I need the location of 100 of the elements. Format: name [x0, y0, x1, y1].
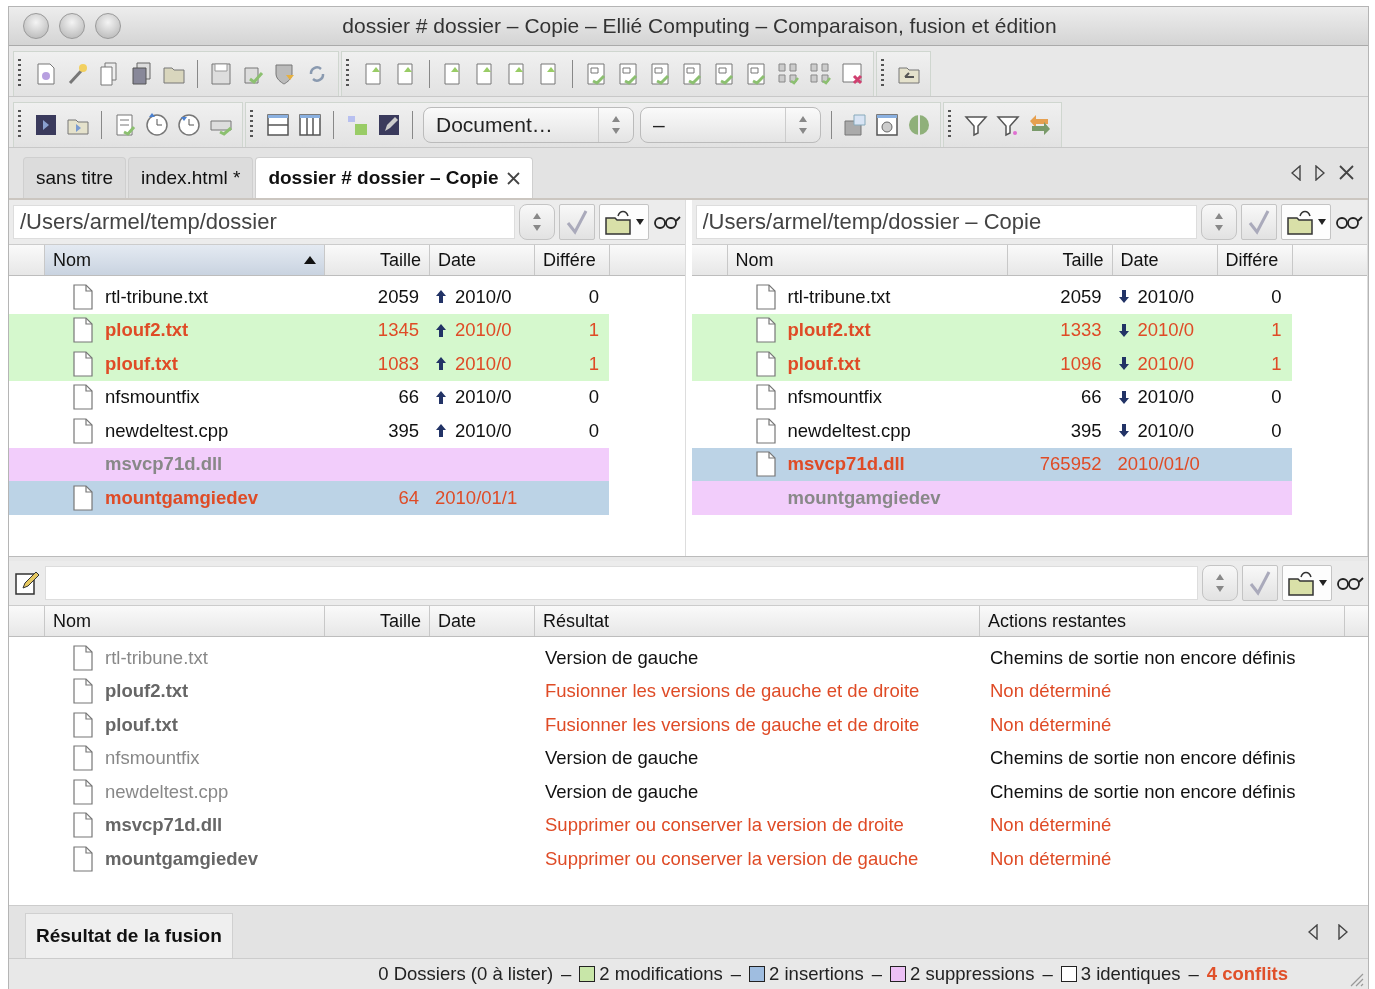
page-cross-icon[interactable] — [839, 61, 865, 87]
dropdown[interactable]: Document… — [423, 107, 634, 143]
table-cell-text: 0 — [1270, 285, 1283, 308]
column-header[interactable]: Date — [429, 245, 534, 275]
close-icon[interactable] — [506, 171, 520, 185]
column-header[interactable]: Nom — [726, 245, 1007, 275]
table-cell: 2010/0 — [1137, 319, 1195, 342]
spinner-icon — [1214, 211, 1224, 233]
window-button[interactable] — [59, 13, 85, 39]
clock-icon[interactable] — [144, 112, 170, 138]
check-button[interactable] — [1241, 204, 1277, 240]
column-header[interactable]: Résultat — [534, 606, 979, 636]
window-title: dossier # dossier – Copie – Ellié Computing – Comparaison, fusion et édition — [341, 14, 1058, 38]
column-header[interactable]: Date — [1111, 245, 1217, 275]
table-cell-text: Chemins de sortie non encore définis — [989, 747, 1297, 770]
spinner-button[interactable] — [1201, 204, 1237, 240]
file-name: nfsmountfix — [104, 747, 201, 770]
spinner-button[interactable] — [518, 204, 555, 240]
column-header[interactable]: Actions restantes — [979, 606, 1344, 636]
file-row[interactable]: plouf2.txt 1333 2010/0 1 — [691, 313, 1292, 347]
close-icon[interactable] — [1339, 165, 1354, 180]
table-cell-text: 1 — [587, 352, 600, 375]
caret-left-icon[interactable] — [1291, 165, 1301, 181]
column-header[interactable]: Date — [429, 606, 534, 636]
file-name: plouf.txt — [786, 352, 862, 375]
file-icon — [73, 317, 93, 344]
coin-icon[interactable] — [906, 112, 932, 138]
file-name: mountgamgiedev — [104, 486, 260, 509]
caret-right-icon[interactable] — [1338, 924, 1348, 940]
status-text: – — [1042, 963, 1053, 985]
file-icon — [755, 317, 776, 344]
glasses-icon[interactable] — [1335, 215, 1363, 229]
caret-right-icon[interactable] — [1315, 165, 1325, 181]
open-folder-button[interactable] — [1282, 565, 1332, 601]
column-header[interactable]: Différe — [534, 245, 609, 275]
table-cell-text: 395 — [1069, 419, 1103, 442]
table-cell-text: 2059 — [376, 285, 420, 308]
edit-icon[interactable] — [376, 112, 402, 138]
dropdown[interactable]: – — [640, 107, 821, 143]
file-row[interactable]: plouf.txt 1083 2010/0 1 — [9, 347, 609, 381]
grip-handle[interactable] — [18, 110, 21, 140]
check-icon — [1247, 209, 1271, 235]
file-icon — [73, 350, 93, 377]
file-name: mountgamgiedev — [786, 486, 942, 509]
arrow-up-icon — [435, 289, 447, 305]
table-cell-text: Version de gauche — [544, 646, 700, 669]
status-text: – — [730, 963, 742, 985]
play-icon[interactable] — [33, 112, 59, 138]
tab[interactable]: Résultat de la fusion — [25, 913, 233, 958]
check-icon — [1248, 570, 1272, 596]
table-cell-text: Non déterminé — [989, 713, 1113, 736]
column-header[interactable]: Différe — [1216, 245, 1292, 275]
grip-handle[interactable] — [346, 59, 349, 89]
glasses-icon[interactable] — [1336, 576, 1364, 590]
window-button[interactable] — [95, 13, 121, 39]
grip-handle[interactable] — [881, 59, 884, 89]
columns-icon[interactable] — [297, 112, 323, 138]
column-header[interactable]: Taille — [324, 606, 429, 636]
spinner-button[interactable] — [1202, 565, 1238, 601]
check-button[interactable] — [558, 204, 595, 240]
tab[interactable]: dossier # dossier – Copie — [255, 157, 533, 198]
table-cell-text: 66 — [397, 386, 420, 409]
file-icon — [755, 384, 776, 411]
check-button[interactable] — [1242, 565, 1278, 601]
cabinet-icon[interactable] — [842, 112, 868, 138]
open-folder-button[interactable] — [598, 204, 649, 240]
table-cell-text: Version de gauche — [544, 747, 700, 770]
window-button[interactable] — [23, 13, 49, 39]
column-header[interactable]: Taille — [1006, 245, 1112, 275]
file-icon — [73, 384, 93, 411]
file-icon — [73, 778, 93, 805]
path-field[interactable] — [45, 566, 1198, 600]
column-header[interactable]: Taille — [324, 245, 429, 275]
column-header[interactable]: Nom — [44, 245, 324, 275]
path-field[interactable]: /Users/armel/temp/dossier — [13, 205, 515, 239]
path-field[interactable]: /Users/armel/temp/dossier – Copie — [695, 205, 1197, 239]
table-cell-text: 1096 — [1059, 352, 1103, 375]
file-icon — [73, 711, 93, 738]
file-row[interactable]: plouf.txt 1096 2010/0 1 — [691, 347, 1292, 381]
tab[interactable]: index.html * — [128, 157, 254, 198]
horizontal-split-icon[interactable] — [265, 112, 291, 138]
grip-handle[interactable] — [948, 110, 951, 140]
glasses-icon[interactable] — [652, 215, 681, 229]
clock-icon[interactable] — [176, 112, 202, 138]
grid-check-icon[interactable] — [775, 61, 801, 87]
grip-handle[interactable] — [18, 59, 21, 89]
column-header[interactable]: Nom — [44, 606, 324, 636]
file-name: rtl-tribune.txt — [104, 285, 209, 308]
settings-icon[interactable] — [874, 112, 900, 138]
grid-check-icon[interactable] — [807, 61, 833, 87]
table-cell-text: Supprimer ou conserver la version de droite — [544, 814, 905, 837]
grip-handle[interactable] — [250, 110, 253, 140]
edit-icon[interactable] — [13, 569, 41, 597]
table-cell-text: 1333 — [1059, 319, 1103, 342]
file-name: nfsmountfix — [104, 386, 201, 409]
file-row[interactable]: plouf2.txt 1345 2010/0 1 — [9, 313, 609, 347]
table-cell-text: Chemins de sortie non encore définis — [989, 780, 1297, 803]
open-folder-button[interactable] — [1281, 204, 1331, 240]
caret-left-icon[interactable] — [1308, 924, 1318, 940]
tab[interactable]: sans titre — [23, 157, 127, 198]
